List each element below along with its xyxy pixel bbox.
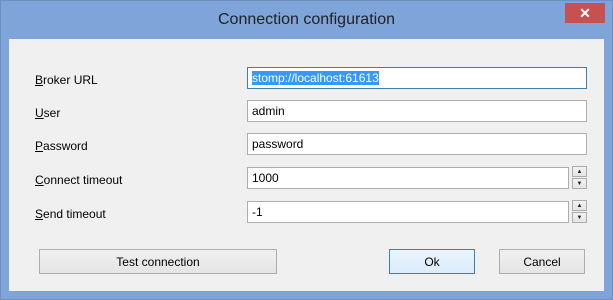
broker-url-selected-text: stomp://localhost:61613: [252, 71, 379, 85]
password-input[interactable]: password: [247, 133, 587, 155]
arrow-up-icon[interactable]: ▲: [572, 200, 587, 211]
user-label: User: [35, 106, 61, 120]
connect-timeout-input[interactable]: 1000: [247, 167, 569, 189]
title-bar[interactable]: Connection configuration ✕: [1, 1, 612, 39]
arrow-up-icon[interactable]: ▲: [572, 166, 587, 177]
user-input[interactable]: admin: [247, 100, 587, 122]
test-connection-button[interactable]: Test connection: [39, 249, 277, 274]
send-timeout-label: Send timeout: [35, 207, 106, 221]
dialog-window: Connection configuration ✕ Broker URL st…: [0, 0, 613, 300]
window-title: Connection configuration: [217, 11, 395, 28]
cancel-button[interactable]: Cancel: [499, 249, 585, 274]
send-timeout-spinner[interactable]: ▲ ▼: [572, 200, 587, 224]
close-icon: ✕: [579, 4, 591, 21]
broker-url-label: Broker URL: [35, 73, 98, 87]
dialog-body: Broker URL stomp://localhost:61613 User …: [9, 39, 604, 291]
send-timeout-input[interactable]: -1: [247, 201, 569, 223]
password-label: Password: [35, 139, 88, 153]
broker-url-input[interactable]: stomp://localhost:61613: [247, 67, 587, 89]
ok-button[interactable]: Ok: [389, 249, 475, 274]
arrow-down-icon[interactable]: ▼: [572, 212, 587, 223]
connect-timeout-label: Connect timeout: [35, 173, 123, 187]
connect-timeout-spinner[interactable]: ▲ ▼: [572, 166, 587, 190]
close-button[interactable]: ✕: [565, 3, 605, 23]
arrow-down-icon[interactable]: ▼: [572, 178, 587, 189]
